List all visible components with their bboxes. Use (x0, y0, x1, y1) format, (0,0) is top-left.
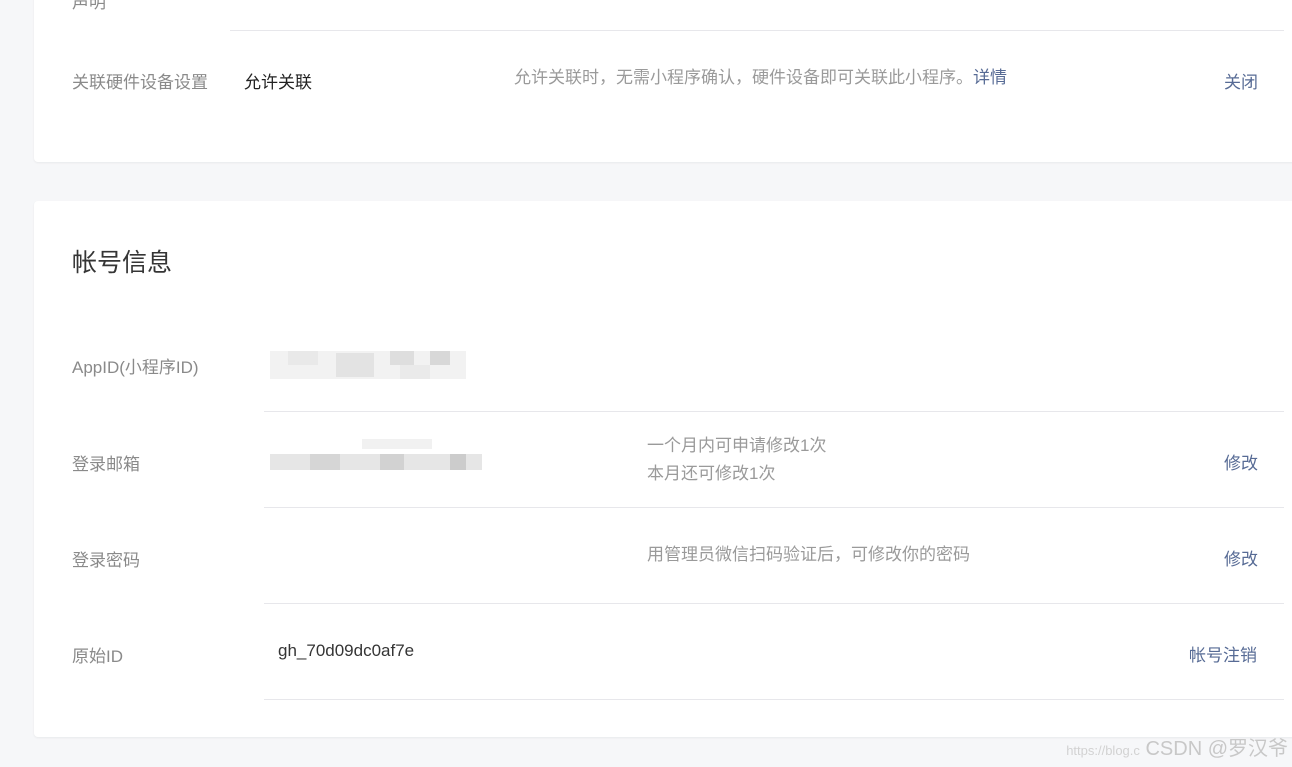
hardware-setting-description: 允许关联时，无需小程序确认，硬件设备即可关联此小程序。详情 (514, 64, 1007, 92)
divider (264, 411, 1284, 412)
watermark-url: https://blog.c (1066, 743, 1140, 758)
appid-redacted (270, 349, 466, 381)
watermark-text: CSDN @罗汉爷 (1145, 738, 1288, 760)
original-id-label: 原始ID (72, 647, 123, 666)
divider (264, 603, 1284, 604)
login-password-label: 登录密码 (72, 551, 140, 570)
divider (264, 507, 1284, 508)
login-email-label: 登录邮箱 (72, 455, 140, 474)
divider (230, 30, 1284, 31)
email-redacted (270, 437, 482, 473)
close-association-button[interactable]: 关闭 (1224, 68, 1258, 93)
hardware-setting-label: 关联硬件设备设置 (72, 73, 208, 92)
settings-card: 声明 关联硬件设备设置 允许关联 允许关联时，无需小程序确认，硬件设备即可关联此… (34, 0, 1292, 162)
section-title: 帐号信息 (72, 249, 173, 277)
details-link[interactable]: 详情 (973, 68, 1007, 87)
account-info-card: 帐号信息 AppID(小程序ID) 登录邮箱 一个月内可申请修改1次 本月还可修… (34, 201, 1292, 737)
email-change-note-line2: 本月还可修改1次 (647, 464, 776, 483)
partial-row-label: 声明 (72, 0, 106, 12)
edit-password-button[interactable]: 修改 (1224, 545, 1258, 570)
csdn-watermark: https://blog.c CSDN @罗汉爷 (1066, 732, 1288, 761)
edit-email-button[interactable]: 修改 (1224, 449, 1258, 474)
account-cancel-button[interactable]: 帐号注销 (1189, 641, 1257, 666)
hardware-setting-value: 允许关联 (244, 73, 312, 92)
divider (264, 699, 1284, 700)
original-id-value: gh_70d09dc0af7e (278, 641, 415, 660)
hardware-description-text: 允许关联时，无需小程序确认，硬件设备即可关联此小程序。 (514, 68, 973, 87)
password-change-note: 用管理员微信扫码验证后，可修改你的密码 (647, 545, 970, 564)
appid-label: AppID(小程序ID) (72, 358, 199, 377)
email-change-note-line1: 一个月内可申请修改1次 (647, 436, 827, 455)
